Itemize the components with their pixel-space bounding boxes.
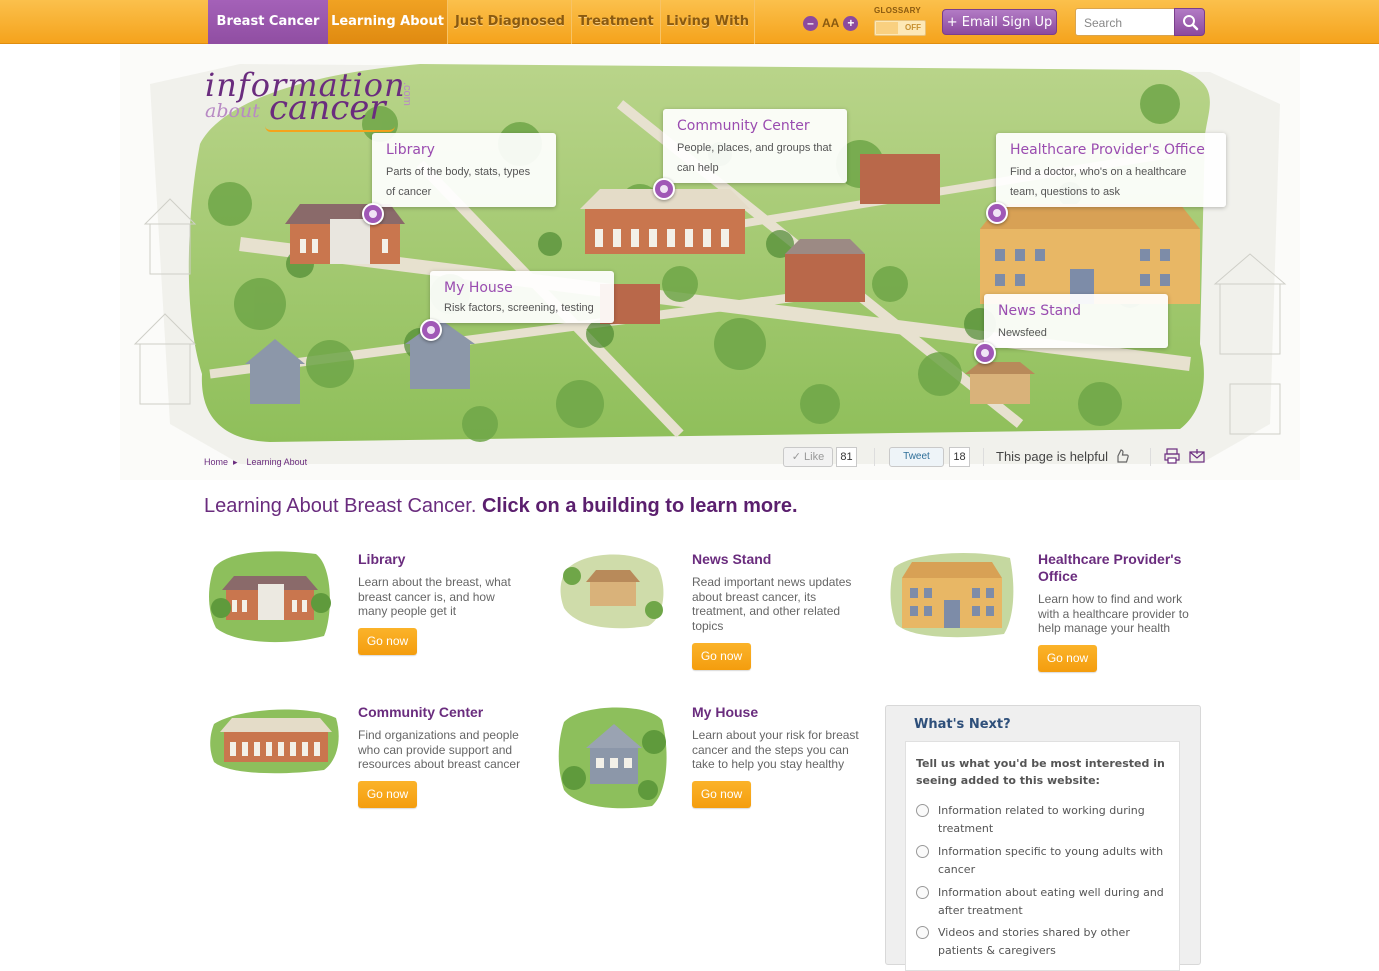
print-icon[interactable] — [1164, 448, 1180, 464]
survey-option[interactable]: Information related to working during tr… — [916, 802, 1172, 838]
card-desc-community-center: Find organizations and people who can pr… — [358, 728, 521, 771]
radio-button[interactable] — [916, 804, 929, 817]
library-building-thumbnail[interactable] — [206, 548, 336, 646]
callout-description: People, places, and groups that can help — [677, 142, 832, 174]
toggle-knob — [876, 22, 898, 34]
page-headline: Learning About Breast Cancer. Click on a… — [204, 495, 798, 518]
map-callout-my-house[interactable]: My House Risk factors, screening, testin… — [430, 271, 614, 323]
callout-description: Parts of the body, stats, types of cance… — [386, 166, 531, 198]
email-signup-button[interactable]: + Email Sign Up — [942, 9, 1057, 35]
headline-part2: Click on a building to learn more. — [481, 495, 798, 517]
my-house-thumbnail[interactable] — [556, 702, 670, 810]
logo-dotcom: .com — [401, 82, 413, 106]
map-pin-my-house[interactable] — [420, 319, 442, 341]
font-size-controls: – AA + — [803, 14, 859, 32]
map-callout-community-center[interactable]: Community Center People, places, and gro… — [663, 109, 847, 183]
survey-option-label: Information specific to young adults wit… — [938, 845, 1164, 876]
search-button[interactable] — [1174, 8, 1205, 36]
like-count: 81 — [836, 447, 857, 467]
glossary-state: OFF — [905, 23, 921, 32]
whats-next-title: What's Next? — [914, 717, 1011, 732]
callout-description: Risk factors, screening, testing — [444, 302, 594, 314]
logo-cancer: cancer — [269, 88, 386, 128]
go-now-button-news-stand[interactable]: Go now — [692, 643, 751, 670]
map-callout-news-stand[interactable]: News Stand Newsfeed — [984, 294, 1168, 348]
survey-option[interactable]: Information specific to young adults wit… — [916, 843, 1172, 879]
breadcrumb: Home ▸ Learning About — [204, 457, 307, 468]
tweet-count: 18 — [949, 447, 970, 467]
font-decrease-button[interactable]: – — [803, 15, 818, 31]
breadcrumb-current: Learning About — [246, 457, 308, 467]
radio-button[interactable] — [916, 845, 929, 858]
go-now-button-my-house[interactable]: Go now — [692, 781, 751, 808]
go-now-button-library[interactable]: Go now — [358, 628, 417, 655]
divider — [874, 448, 875, 466]
callout-title: Community Center — [677, 118, 810, 134]
glossary-toggle[interactable]: OFF — [874, 20, 926, 36]
callout-title: My House — [444, 280, 513, 296]
map-callout-library[interactable]: Library Parts of the body, stats, types … — [372, 133, 556, 207]
card-title-my-house[interactable]: My House — [692, 704, 758, 720]
logo-about: about — [205, 100, 260, 122]
callout-title: News Stand — [998, 303, 1081, 319]
card-desc-library: Learn about the breast, what breast canc… — [358, 575, 511, 618]
card-desc-news-stand: Read important news updates about breast… — [692, 575, 852, 633]
card-title-news-stand[interactable]: News Stand — [692, 551, 771, 567]
breadcrumb-home[interactable]: Home — [204, 457, 228, 468]
font-size-label: AA — [822, 16, 840, 30]
search-icon — [1183, 15, 1199, 31]
map-callout-healthcare-office[interactable]: Healthcare Provider's Office Find a doct… — [996, 133, 1226, 207]
card-title-community-center[interactable]: Community Center — [358, 704, 483, 720]
survey-option[interactable]: Videos and stories shared by other patie… — [916, 924, 1172, 960]
tab-learning-about[interactable]: Learning About — [328, 0, 448, 44]
breadcrumb-separator-icon: ▸ — [233, 457, 238, 467]
tab-living-with[interactable]: Living With — [661, 0, 755, 44]
top-navigation-bar: Breast Cancer Learning About Just Diagno… — [0, 0, 1379, 52]
radio-button[interactable] — [916, 886, 929, 899]
card-desc-my-house: Learn about your risk for breast cancer … — [692, 728, 859, 771]
callout-description: Newsfeed — [998, 327, 1047, 339]
news-stand-thumbnail[interactable] — [558, 548, 668, 630]
tab-treatment[interactable]: Treatment — [572, 0, 661, 44]
thumbs-up-icon[interactable] — [1114, 448, 1130, 464]
site-logo[interactable]: information about cancer .com — [205, 66, 413, 132]
survey-option-label: Information about eating well during and… — [938, 886, 1164, 917]
go-now-button-community-center[interactable]: Go now — [358, 781, 417, 808]
divider — [1150, 448, 1151, 466]
search-input[interactable]: Search — [1075, 8, 1175, 36]
callout-description: Find a doctor, who's on a healthcare tea… — [1010, 166, 1187, 198]
healthcare-office-thumbnail[interactable] — [888, 548, 1016, 640]
card-title-healthcare-office[interactable]: Healthcare Provider's Office — [1038, 551, 1208, 585]
callout-title: Healthcare Provider's Office — [1010, 142, 1205, 158]
page-helpful-label: This page is helpful — [996, 449, 1109, 464]
go-now-button-healthcare-office[interactable]: Go now — [1038, 645, 1097, 672]
font-increase-button[interactable]: + — [843, 15, 859, 31]
facebook-like-button[interactable]: ✓ Like — [783, 447, 833, 467]
card-desc-healthcare-office: Learn how to find and work with a health… — [1038, 592, 1189, 635]
divider — [983, 448, 984, 466]
map-pin-community-center[interactable] — [653, 178, 675, 200]
tweet-button[interactable]: Tweet — [889, 447, 944, 467]
survey-option-label: Videos and stories shared by other patie… — [938, 926, 1130, 957]
glossary-label: GLOSSARY — [874, 6, 921, 15]
survey-option[interactable]: Information about eating well during and… — [916, 884, 1172, 920]
map-pin-news-stand[interactable] — [974, 342, 996, 364]
headline-part1: Learning About Breast Cancer. — [204, 495, 482, 517]
map-pin-library[interactable] — [362, 203, 384, 225]
tab-just-diagnosed[interactable]: Just Diagnosed — [449, 0, 572, 44]
callout-title: Library — [386, 142, 435, 158]
email-share-icon[interactable] — [1189, 448, 1205, 464]
logo-swoosh — [265, 126, 395, 132]
map-pin-healthcare-office[interactable] — [986, 202, 1008, 224]
card-title-library[interactable]: Library — [358, 551, 405, 567]
radio-button[interactable] — [916, 926, 929, 939]
survey-option-label: Information related to working during tr… — [938, 804, 1145, 835]
survey-prompt: Tell us what you'd be most interested in… — [916, 757, 1165, 787]
community-center-thumbnail[interactable] — [208, 704, 342, 776]
